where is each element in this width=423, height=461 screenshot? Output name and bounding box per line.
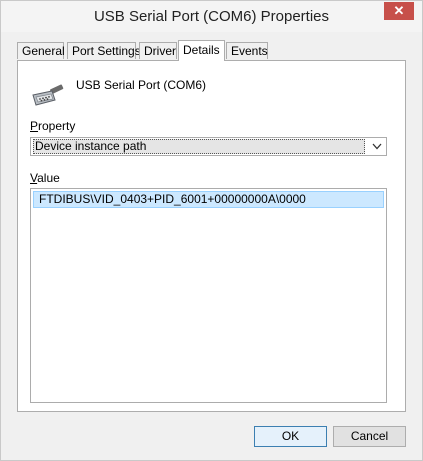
- tab-port-settings[interactable]: Port Settings: [67, 42, 141, 59]
- device-name: USB Serial Port (COM6): [76, 78, 207, 92]
- chevron-down-icon: [372, 143, 382, 150]
- value-label-text: alue: [37, 171, 60, 185]
- serial-port-icon: [32, 84, 64, 106]
- window-title: USB Serial Port (COM6) Properties: [93, 8, 330, 25]
- value-listbox[interactable]: FTDIBUS\VID_0403+PID_6001+00000000A\0000: [30, 188, 387, 403]
- property-dropdown[interactable]: Device instance path: [30, 137, 387, 156]
- tab-details[interactable]: Details: [178, 40, 225, 61]
- property-label: Property: [30, 119, 75, 133]
- list-item[interactable]: FTDIBUS\VID_0403+PID_6001+00000000A\0000: [33, 191, 384, 208]
- property-label-accel: P: [30, 119, 39, 133]
- value-label: Value: [30, 171, 60, 185]
- cancel-button[interactable]: Cancel: [333, 426, 406, 447]
- property-label-text: roperty: [38, 119, 76, 133]
- properties-dialog: USB Serial Port (COM6) Properties ✕ Gene…: [0, 0, 423, 461]
- tab-driver[interactable]: Driver: [139, 42, 177, 59]
- details-panel: USB Serial Port (COM6) Property Device i…: [17, 60, 406, 412]
- title-bar[interactable]: USB Serial Port (COM6) Properties ✕: [1, 1, 422, 32]
- ok-button[interactable]: OK: [254, 426, 327, 447]
- tab-events[interactable]: Events: [226, 42, 268, 59]
- close-icon: ✕: [393, 3, 405, 18]
- property-selected-value: Device instance path: [33, 139, 365, 154]
- tab-general[interactable]: General: [17, 42, 65, 59]
- close-button[interactable]: ✕: [384, 2, 414, 20]
